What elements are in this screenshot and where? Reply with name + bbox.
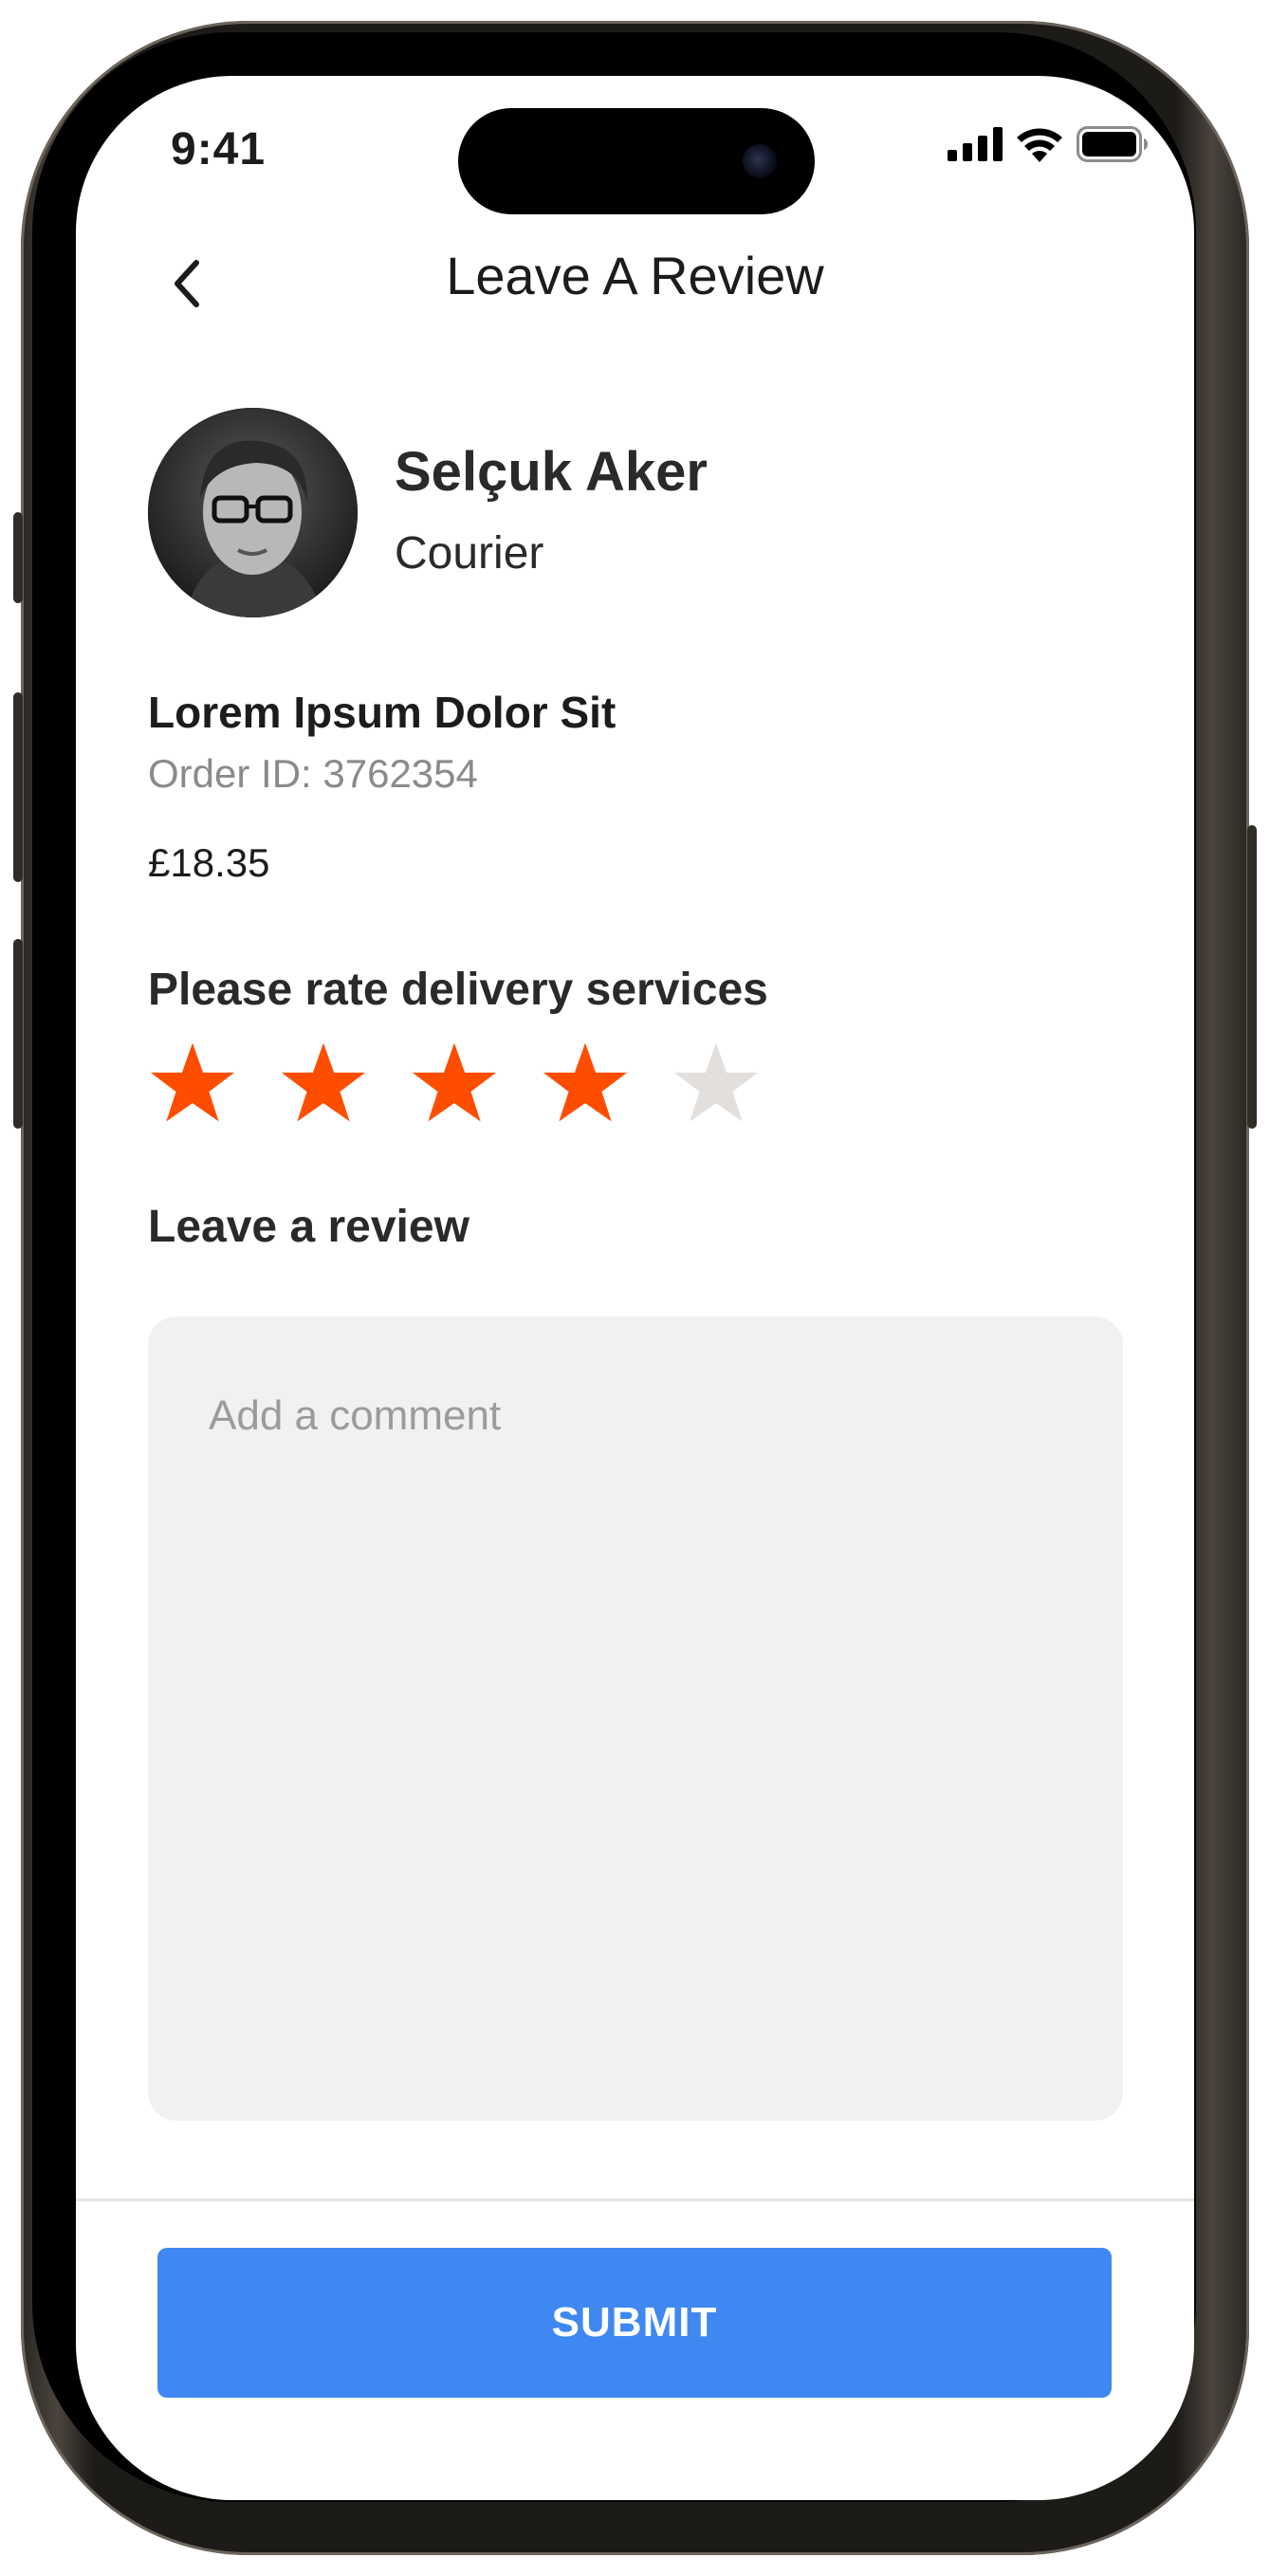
review-label: Leave a review xyxy=(148,1202,469,1252)
order-id: Order ID: 3762354 xyxy=(148,751,478,796)
comment-input[interactable] xyxy=(148,1316,1123,2121)
front-camera-icon xyxy=(743,144,777,178)
rate-label: Please rate delivery services xyxy=(148,965,768,1015)
avatar xyxy=(148,408,358,617)
courier-role: Courier xyxy=(395,528,544,579)
status-time: 9:41 xyxy=(171,124,267,175)
page-title: Leave A Review xyxy=(446,246,824,305)
power-button xyxy=(1247,825,1257,1129)
status-icons xyxy=(948,125,1149,167)
order-price: £18.35 xyxy=(148,840,270,885)
submit-button[interactable]: SUBMIT xyxy=(157,2248,1112,2398)
star-icon-5[interactable] xyxy=(672,1038,761,1127)
volume-up-button xyxy=(13,692,23,882)
courier-name: Selçuk Aker xyxy=(395,441,708,503)
screen: 9:41 Leave A Review Selçuk Aker Courier … xyxy=(76,76,1194,2500)
wifi-icon xyxy=(1016,126,1063,167)
avatar-photo xyxy=(148,408,358,617)
battery-icon xyxy=(1077,125,1149,167)
star-icon-2[interactable] xyxy=(279,1038,368,1127)
star-rating xyxy=(148,1038,761,1127)
divider xyxy=(76,2199,1194,2201)
order-title: Lorem Ipsum Dolor Sit xyxy=(148,688,617,737)
cellular-signal-icon xyxy=(948,126,1003,166)
dynamic-island xyxy=(458,108,815,214)
action-button xyxy=(13,512,23,603)
star-icon-4[interactable] xyxy=(541,1038,630,1127)
volume-down-button xyxy=(13,939,23,1129)
star-icon-1[interactable] xyxy=(148,1038,237,1127)
star-icon-3[interactable] xyxy=(410,1038,499,1127)
